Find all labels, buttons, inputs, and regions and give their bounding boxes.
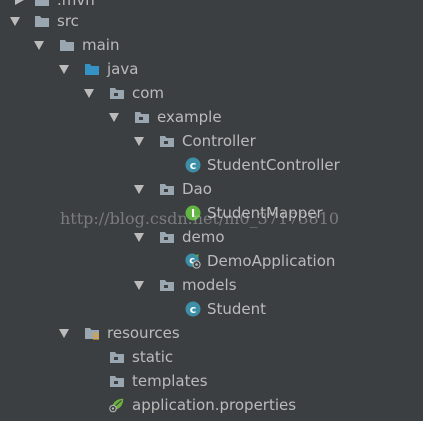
tree-row-main[interactable]: main	[0, 33, 423, 57]
tree-row-models[interactable]: models	[0, 273, 423, 297]
source-folder-icon	[85, 64, 99, 75]
tree-row-dao[interactable]: Dao	[0, 177, 423, 201]
resources-folder-icon	[85, 328, 99, 340]
tree-row-studentcontroller[interactable]: c StudentController	[0, 153, 423, 177]
tree-row-studentmapper[interactable]: I StudentMapper	[0, 201, 423, 225]
folder-icon	[35, 16, 49, 27]
tree-item-label: demo	[182, 228, 225, 246]
tree-row-controller[interactable]: Controller	[0, 129, 423, 153]
tree-row-java[interactable]: java	[0, 57, 423, 81]
collapse-arrow-icon[interactable]	[134, 137, 144, 146]
folder-icon	[110, 376, 124, 387]
collapse-arrow-icon[interactable]	[109, 113, 119, 122]
svg-text:I: I	[191, 207, 195, 220]
svg-text:c: c	[190, 303, 197, 316]
tree-row-src[interactable]: src	[0, 9, 423, 33]
tree-row-example[interactable]: example	[0, 105, 423, 129]
package-icon	[135, 112, 149, 123]
tree-item-label: static	[132, 348, 174, 366]
tree-item-label: StudentMapper	[207, 204, 323, 222]
collapse-arrow-icon[interactable]	[59, 65, 69, 74]
svg-text:c: c	[190, 159, 197, 172]
collapse-arrow-icon[interactable]	[134, 233, 144, 242]
tree-item-label: templates	[132, 372, 208, 390]
tree-item-label: application.properties	[132, 396, 297, 414]
project-tree: .mvn src main java com example Controlle…	[0, 0, 423, 421]
tree-item-label: models	[182, 276, 237, 294]
class-icon: c	[185, 157, 201, 173]
tree-item-label: main	[82, 36, 120, 54]
tree-row-demoapplication[interactable]: c DemoApplication	[0, 249, 423, 273]
tree-item-label: example	[157, 108, 222, 126]
package-icon	[160, 136, 174, 147]
tree-row-resources[interactable]: resources	[0, 321, 423, 345]
tree-item-label: src	[57, 12, 79, 30]
interface-icon: I	[185, 205, 201, 221]
tree-item-label: resources	[107, 324, 180, 342]
collapse-arrow-icon[interactable]	[134, 185, 144, 194]
package-icon	[160, 280, 174, 291]
tree-row-templates[interactable]: templates	[0, 369, 423, 393]
tree-item-label: com	[132, 84, 165, 102]
package-icon	[160, 184, 174, 195]
folder-icon	[110, 352, 124, 363]
package-icon	[160, 232, 174, 243]
tree-row-application-properties[interactable]: application.properties	[0, 393, 423, 417]
tree-row-com[interactable]: com	[0, 81, 423, 105]
tree-item-label: DemoApplication	[207, 252, 336, 270]
tree-row-student[interactable]: c Student	[0, 297, 423, 321]
folder-icon	[35, 0, 49, 6]
tree-row-demo[interactable]: demo	[0, 225, 423, 249]
folder-icon	[60, 40, 74, 51]
tree-row-static[interactable]: static	[0, 345, 423, 369]
collapse-arrow-icon[interactable]	[34, 41, 44, 50]
collapse-arrow-icon[interactable]	[59, 329, 69, 338]
spring-properties-icon	[109, 398, 124, 413]
class-icon: c	[185, 301, 201, 317]
tree-item-label: Controller	[182, 132, 256, 150]
tree-item-label: Student	[207, 300, 267, 318]
tree-item-label: Dao	[182, 180, 212, 198]
tree-item-label: StudentController	[207, 156, 340, 174]
collapse-arrow-icon[interactable]	[134, 281, 144, 290]
tree-item-label: java	[107, 60, 139, 78]
spring-boot-class-icon: c	[185, 253, 201, 269]
package-icon	[110, 88, 124, 99]
collapse-arrow-icon[interactable]	[10, 17, 20, 26]
collapse-arrow-icon[interactable]	[84, 89, 94, 98]
tree-item-label: .mvn	[57, 0, 95, 9]
expand-arrow-icon[interactable]	[15, 0, 24, 5]
